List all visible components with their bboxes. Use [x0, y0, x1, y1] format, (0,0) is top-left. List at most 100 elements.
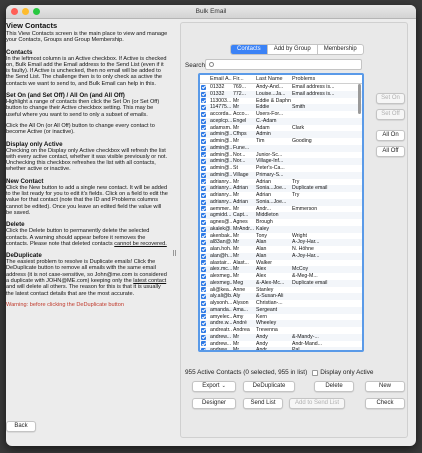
table-cell[interactable]: alex.mc...: [209, 266, 232, 273]
active-checkbox[interactable]: [201, 152, 206, 158]
all-off-button[interactable]: All Off: [376, 146, 405, 157]
active-checkbox[interactable]: [201, 321, 206, 327]
active-checkbox[interactable]: [201, 165, 206, 171]
add-to-send-list-button[interactable]: Add to Send List: [289, 398, 345, 409]
table-cell[interactable]: Aly: [232, 293, 255, 300]
table-cell[interactable]: Nor...: [232, 152, 255, 159]
table-cell[interactable]: Admin: [255, 131, 291, 138]
table-cell[interactable]: admin@...: [209, 165, 232, 172]
table-cell[interactable]: admin@...: [209, 158, 232, 165]
table-row[interactable]: akalek@...MrAndr...Kaley: [200, 225, 362, 233]
table-cell[interactable]: 01332: [209, 84, 232, 91]
display-only-active-checkbox[interactable]: [312, 369, 319, 376]
table-cell[interactable]: 113003...: [209, 98, 232, 105]
table-cell[interactable]: A-Joy-Har...: [291, 253, 358, 260]
table-cell[interactable]: [291, 152, 358, 159]
active-checkbox[interactable]: [201, 105, 206, 111]
table-cell[interactable]: Tony: [255, 233, 291, 240]
table-cell[interactable]: [291, 111, 358, 118]
table-cell[interactable]: Alyson: [232, 300, 255, 307]
deduplicate-button[interactable]: DeDuplicate: [243, 381, 295, 392]
table-cell[interactable]: Louise...Ja...: [255, 91, 291, 98]
set-on-button[interactable]: Set On: [376, 93, 405, 104]
table-cell[interactable]: Wright: [291, 233, 358, 240]
table-cell[interactable]: admin@...: [209, 138, 232, 145]
table-cell[interactable]: A-Joy-Har...: [291, 239, 358, 246]
table-row[interactable]: accorda... Acco... Users-For...: [200, 111, 362, 118]
table-cell[interactable]: Nor...: [232, 158, 255, 165]
active-checkbox[interactable]: [201, 199, 206, 205]
table-cell[interactable]: andreatr...: [209, 327, 232, 334]
table-cell[interactable]: Adrian: [255, 179, 291, 186]
table-cell[interactable]: Andr-Mand...: [291, 341, 358, 348]
table-cell[interactable]: amyelec...: [209, 314, 232, 321]
table-cell[interactable]: Alex: [255, 266, 291, 273]
table-cell[interactable]: Primary-S...: [255, 172, 291, 179]
table-cell[interactable]: alastair...: [209, 260, 232, 267]
active-checkbox[interactable]: [201, 118, 206, 124]
table-cell[interactable]: adrianry...: [209, 192, 232, 199]
table-cell[interactable]: Agnes: [232, 219, 255, 226]
table-cell[interactable]: Mr: [232, 125, 255, 132]
table-row[interactable]: alan@h... Mr Alan A-Joy-Har...: [200, 252, 362, 260]
table-cell[interactable]: Mr: [232, 233, 255, 240]
active-checkbox[interactable]: [201, 287, 206, 293]
table-cell[interactable]: Alan: [255, 253, 291, 260]
active-checkbox[interactable]: [201, 334, 206, 340]
table-cell[interactable]: Mr: [232, 246, 255, 253]
minimize-window-button[interactable]: [22, 8, 29, 15]
column-header[interactable]: Fir...: [232, 75, 255, 83]
table-cell[interactable]: aceplcp...: [209, 118, 232, 125]
active-checkbox[interactable]: [201, 219, 206, 225]
table-row[interactable]: admin@... Fune...: [200, 144, 362, 152]
table-cell[interactable]: MrAndr...: [232, 226, 255, 233]
active-checkbox[interactable]: [201, 307, 206, 313]
table-cell[interactable]: &-Susan-Ali: [255, 293, 291, 300]
table-cell[interactable]: Clark: [291, 125, 358, 132]
table-cell[interactable]: Andr...: [255, 206, 291, 213]
active-checkbox[interactable]: [201, 206, 206, 212]
table-cell[interactable]: Emmerson: [291, 206, 358, 213]
table-cell[interactable]: Mr: [232, 273, 255, 280]
table-cell[interactable]: 01332: [209, 91, 232, 98]
active-checkbox[interactable]: [201, 267, 206, 273]
table-cell[interactable]: St: [232, 165, 255, 172]
table-cell[interactable]: Stanley: [255, 287, 291, 294]
table-cell[interactable]: Duplicate email: [291, 185, 358, 192]
table-cell[interactable]: Adrian: [232, 185, 255, 192]
table-cell[interactable]: C.-Adam: [255, 118, 291, 125]
table-cell[interactable]: [255, 145, 291, 152]
table-cell[interactable]: Email address is...: [291, 91, 358, 98]
splitter-handle[interactable]: [173, 250, 176, 256]
table-row[interactable]: adrianry... Adrian Sonia...Joe... Duplicate…: [200, 185, 362, 192]
check-button[interactable]: Check: [365, 398, 405, 409]
active-checkbox[interactable]: [201, 213, 206, 219]
table-cell[interactable]: Mr: [232, 138, 255, 145]
table-row[interactable]: admin@... Village Primary-S...: [200, 171, 362, 179]
table-cell[interactable]: [291, 287, 358, 294]
table-cell[interactable]: Eddie: [255, 104, 291, 111]
table-cell[interactable]: Acco...: [232, 111, 255, 118]
table-cell[interactable]: andrew...: [209, 347, 232, 350]
table-cell[interactable]: Sonia...Joe...: [255, 199, 291, 206]
table-cell[interactable]: Amy: [232, 314, 255, 321]
table-row[interactable]: amanda... Ama... Sergeant: [200, 306, 362, 314]
table-cell[interactable]: Andrea: [232, 327, 255, 334]
table-cell[interactable]: Alast...: [232, 260, 255, 267]
set-off-button[interactable]: Set Off: [376, 109, 405, 120]
table-cell[interactable]: 114775...: [209, 104, 232, 111]
table-cell[interactable]: 772...: [232, 91, 255, 98]
table-cell[interactable]: Mr: [232, 347, 255, 350]
table-cell[interactable]: adrianry...: [209, 179, 232, 186]
table-cell[interactable]: Try: [291, 179, 358, 186]
table-row[interactable]: admin@... Cfhps Admin: [200, 131, 362, 138]
table-row[interactable]: alexmeg... Meg &-Alex-Mc... Duplicate email: [200, 279, 362, 287]
active-checkbox[interactable]: [201, 226, 206, 232]
table-row[interactable]: adrianry... Mr Adrian Try: [200, 179, 362, 186]
table-cell[interactable]: admin@...: [209, 145, 232, 152]
table-cell[interactable]: akalek@...: [209, 226, 232, 233]
table-cell[interactable]: Middleton: [255, 212, 291, 219]
table-cell[interactable]: Village-Inf...: [255, 158, 291, 165]
table-row[interactable]: admin@... Mr Tim Gooding: [200, 138, 362, 145]
active-checkbox[interactable]: [201, 233, 206, 239]
